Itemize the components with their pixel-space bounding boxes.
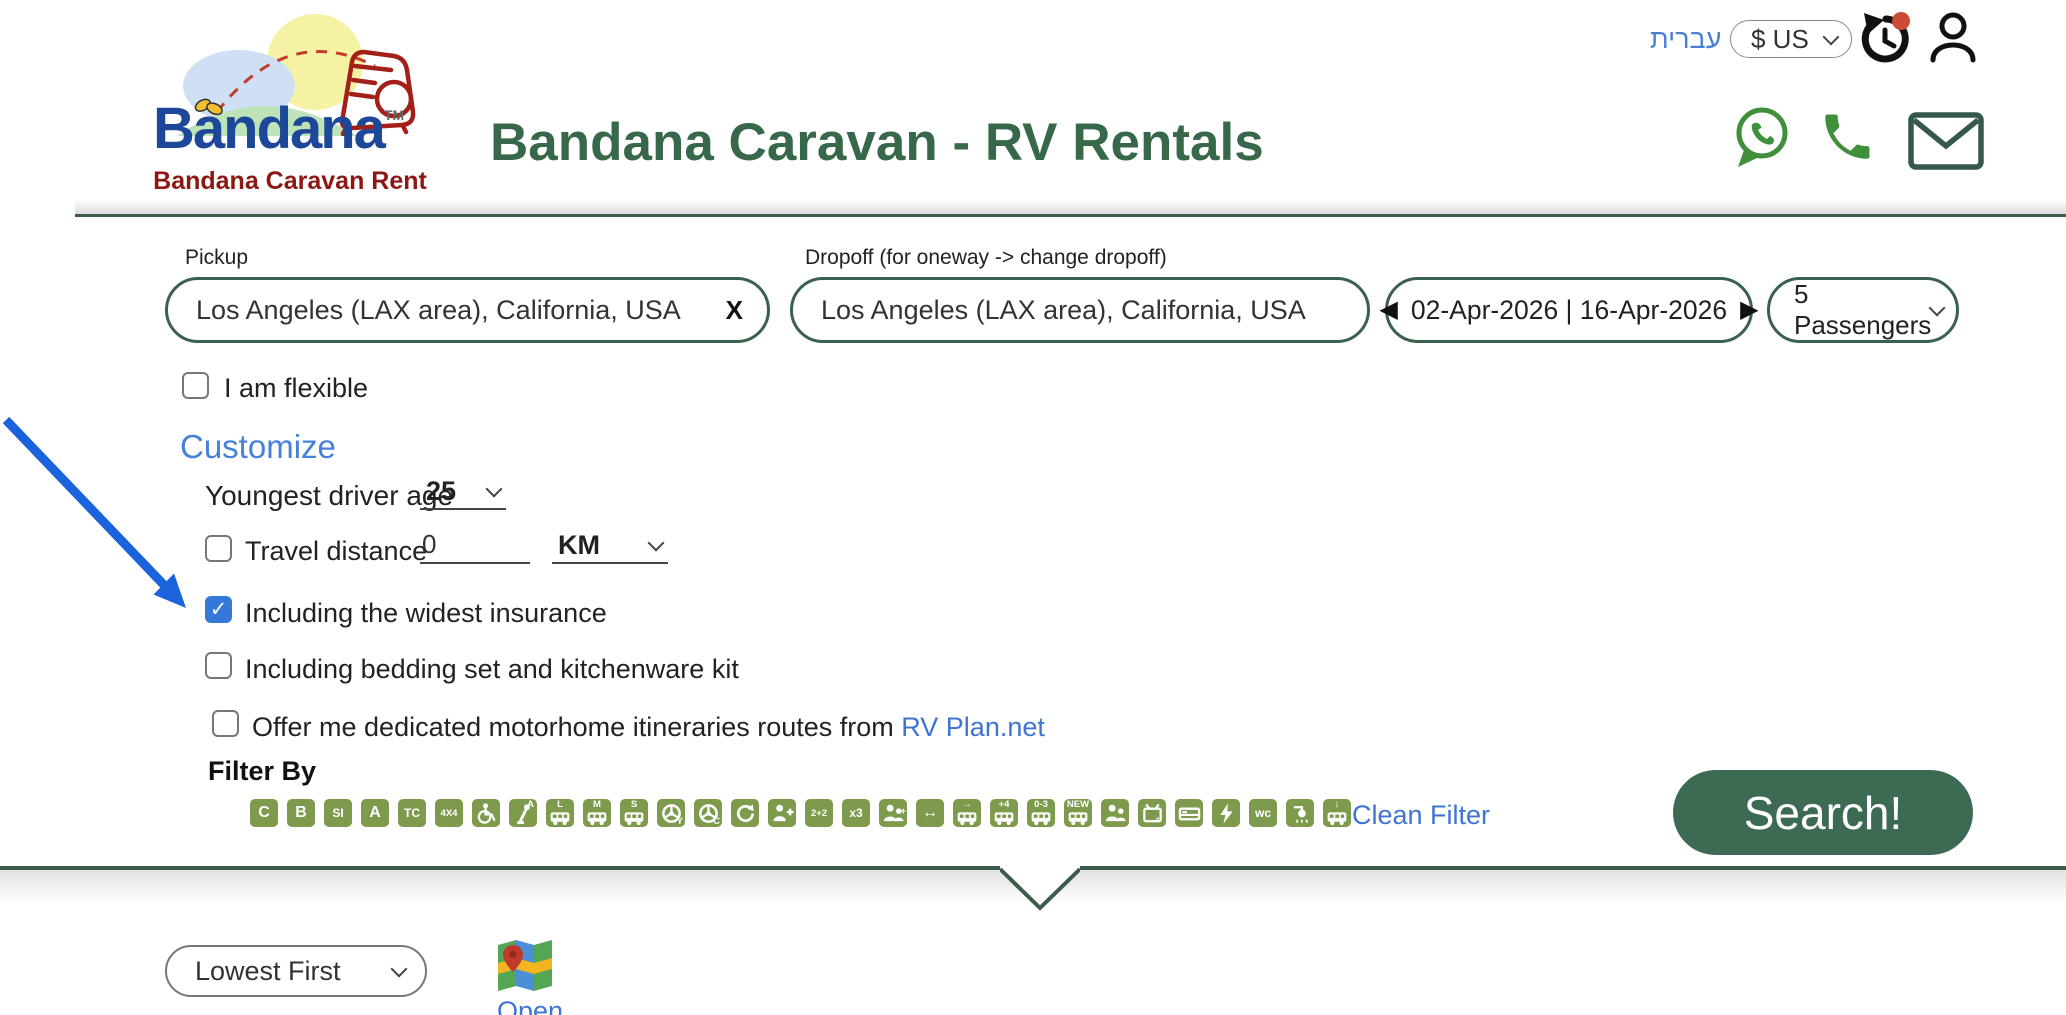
- bedding-checkbox[interactable]: [205, 652, 232, 679]
- filter-icon-seats-x3[interactable]: x3: [842, 799, 870, 827]
- distance-unit-select[interactable]: KM: [552, 528, 668, 564]
- passengers-select[interactable]: 5 Passengers: [1767, 277, 1959, 343]
- sort-value: Lowest First: [195, 956, 341, 987]
- filter-icon-wc[interactable]: wc: [1249, 799, 1277, 827]
- logo-tm: TM: [384, 107, 404, 123]
- page-title: Bandana Caravan - RV Rentals: [490, 112, 1264, 173]
- filter-icon-oneway-van[interactable]: →: [953, 799, 981, 827]
- currency-value: $ US: [1751, 24, 1809, 55]
- filter-icon-class-c[interactable]: C: [250, 799, 278, 827]
- search-button[interactable]: Search!: [1673, 770, 1973, 855]
- filter-icon-seats-2plus2[interactable]: 2+2: [805, 799, 833, 827]
- email-icon: [1908, 112, 1984, 170]
- filter-icon-van-age-0-3[interactable]: 0-3: [1027, 799, 1055, 827]
- dates-field[interactable]: ◀ 02-Apr-2026 | 16-Apr-2026 ▶: [1385, 277, 1753, 343]
- travel-distance-label: Travel distance: [245, 536, 427, 567]
- filter-icon-van-new[interactable]: NEW: [1064, 799, 1092, 827]
- itineraries-checkbox[interactable]: [212, 710, 239, 737]
- travel-distance-input[interactable]: [420, 528, 534, 561]
- filter-icon-steering-y[interactable]: Y: [657, 799, 685, 827]
- email-button[interactable]: [1908, 112, 1984, 170]
- account-icon: [1926, 10, 1980, 66]
- whatsapp-icon: [1730, 104, 1792, 170]
- map-icon: [493, 933, 555, 993]
- filter-icon-class-si[interactable]: SI: [324, 799, 352, 827]
- whatsapp-button[interactable]: [1730, 104, 1792, 170]
- filter-icon-van-plus4[interactable]: +4: [990, 799, 1018, 827]
- pickup-clear-button[interactable]: x: [718, 295, 767, 326]
- filter-icon-driver-plus[interactable]: [768, 799, 796, 827]
- driver-age-label: Youngest driver age: [205, 480, 453, 512]
- history-icon: [1856, 10, 1912, 66]
- filter-icon-automatic-transmission[interactable]: A: [509, 799, 537, 827]
- filter-icon-tv[interactable]: [1138, 799, 1166, 827]
- flexible-checkbox[interactable]: [182, 372, 209, 399]
- sort-select[interactable]: Lowest First: [165, 945, 427, 997]
- chevron-down-icon: [391, 961, 408, 978]
- filter-icon-van-size-m[interactable]: M: [583, 799, 611, 827]
- filter-icon-shower[interactable]: [1286, 799, 1314, 827]
- filter-icons-row: CBSIATC4X4ALMSYC2+2x3+↔→+40-3NEWwc↓: [250, 799, 1351, 827]
- history-button[interactable]: [1856, 10, 1912, 66]
- date-prev-arrow[interactable]: ◀: [1379, 298, 1397, 322]
- phone-button[interactable]: [1818, 108, 1876, 166]
- currency-select[interactable]: $ US: [1730, 20, 1852, 58]
- pickup-input[interactable]: [194, 294, 718, 327]
- pickup-field[interactable]: x: [165, 277, 770, 343]
- filter-icon-offroad-4x4[interactable]: 4X4: [435, 799, 463, 827]
- divider-notch: [1000, 864, 1080, 912]
- rv-plan-link[interactable]: RV Plan.net: [901, 712, 1045, 742]
- passengers-value: 5 Passengers: [1794, 279, 1931, 341]
- chevron-down-icon: [648, 535, 665, 552]
- filter-icon-van-size-l[interactable]: L: [546, 799, 574, 827]
- dates-value: 02-Apr-2026 | 16-Apr-2026: [1411, 295, 1727, 326]
- filter-by-heading: Filter By: [208, 756, 316, 787]
- logo[interactable]: BandanaTM Bandana Caravan Rent: [135, 4, 445, 198]
- open-map-label[interactable]: Open Map: [470, 996, 590, 1015]
- phone-icon: [1818, 108, 1876, 166]
- driver-age-select[interactable]: 25: [420, 474, 506, 510]
- chevron-down-icon: [1929, 300, 1946, 317]
- travel-distance-checkbox[interactable]: [205, 535, 232, 562]
- filter-icon-steering-c[interactable]: C: [694, 799, 722, 827]
- bedding-label: Including bedding set and kitchenware ki…: [245, 654, 739, 685]
- dropoff-input[interactable]: [819, 294, 1343, 327]
- chevron-down-icon: [1823, 29, 1840, 46]
- filter-icon-family[interactable]: [1101, 799, 1129, 827]
- insurance-checkbox[interactable]: ✓: [205, 596, 232, 623]
- flexible-label: I am flexible: [224, 373, 368, 404]
- dropoff-field[interactable]: [790, 277, 1370, 343]
- filter-icon-bed[interactable]: [1175, 799, 1203, 827]
- open-map-button[interactable]: [493, 933, 555, 993]
- header-divider: [75, 200, 2066, 217]
- pickup-label: Pickup: [185, 246, 248, 270]
- customize-link[interactable]: Customize: [180, 428, 336, 466]
- clean-filter-link[interactable]: Clean Filter: [1352, 800, 1490, 831]
- date-next-arrow[interactable]: ▶: [1740, 298, 1758, 322]
- driver-age-value: 25: [426, 476, 456, 507]
- travel-distance-field[interactable]: [420, 528, 530, 564]
- logo-brand-text: BandanaTM: [153, 100, 404, 158]
- page: BandanaTM Bandana Caravan Rent Bandana C…: [0, 0, 2066, 1015]
- filter-icon-class-tc[interactable]: TC: [398, 799, 426, 827]
- dropoff-label: Dropoff (for oneway -> change dropoff): [805, 246, 1167, 270]
- filter-icon-vehicle-width[interactable]: ↔: [916, 799, 944, 827]
- language-link[interactable]: עברית: [1650, 24, 1721, 55]
- filter-icon-rotation[interactable]: [731, 799, 759, 827]
- filter-icon-van-size-s[interactable]: S: [620, 799, 648, 827]
- filter-icon-power[interactable]: [1212, 799, 1240, 827]
- filter-icon-dropoff-van[interactable]: ↓: [1323, 799, 1351, 827]
- filter-icon-family-plus[interactable]: +: [879, 799, 907, 827]
- itineraries-label: Offer me dedicated motorhome itineraries…: [252, 712, 1045, 743]
- chevron-down-icon: [486, 481, 503, 498]
- insurance-label: Including the widest insurance: [245, 598, 607, 629]
- filter-icon-wheelchair[interactable]: [472, 799, 500, 827]
- filter-icon-class-b[interactable]: B: [287, 799, 315, 827]
- account-button[interactable]: [1926, 10, 1980, 66]
- logo-subtitle: Bandana Caravan Rent: [135, 167, 445, 196]
- distance-unit-value: KM: [558, 530, 600, 561]
- filter-icon-class-a[interactable]: A: [361, 799, 389, 827]
